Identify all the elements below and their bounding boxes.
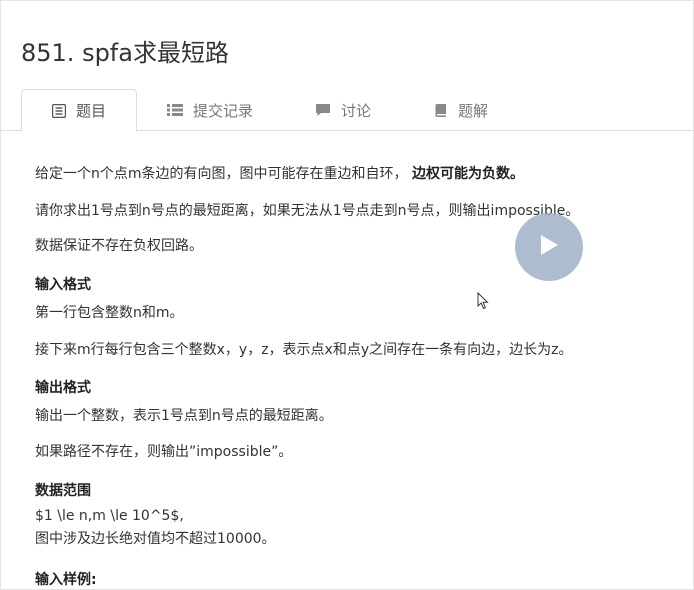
tab-discussion[interactable]: 讨论 [315,89,371,131]
list-bullets-icon [167,103,183,117]
output-format-line-1: 输出一个整数，表示1号点到n号点的最短距离。 [35,408,333,424]
tab-label: 提交记录 [193,101,254,120]
input-format-heading: 输入格式 [35,277,91,293]
negative-weight-note: 边权可能为负数。 [411,166,524,182]
comment-icon [315,103,331,117]
tab-solutions[interactable]: 题解 [434,89,488,131]
tab-label: 讨论 [341,101,372,120]
description-line-3: 数据保证不存在负权回路。 [35,238,203,254]
output-format-line-2: 如果路径不存在，则输出”impossible”。 [35,444,293,460]
description-line-2: 请你求出1号点到n号点的最短距离，如果无法从1号点走到n号点，则输出imposs… [35,203,580,219]
tab-bar: 题目 提交记录 讨论 题解 [1,89,694,132]
data-range-heading: 数据范围 [35,483,91,499]
data-range-line-2: 图中涉及边长绝对值均不超过10000。 [35,531,276,547]
play-icon [538,233,560,261]
description-line-1: 给定一个n个点m条边的有向图，图中可能存在重边和自环， 边权可能为负数。 [35,166,524,182]
output-format-heading: 输出格式 [35,380,91,396]
tab-submissions[interactable]: 提交记录 [167,89,253,131]
play-button[interactable] [515,213,583,281]
list-icon [51,103,66,118]
problem-page: 851. spfa求最短路 题目 提交记录 讨论 题解 给定一个n个点m条边的有… [0,0,694,590]
input-format-line-1: 第一行包含整数n和m。 [35,305,184,321]
book-icon [434,103,448,118]
input-format-line-2: 接下来m行每行包含三个整数x，y，z，表示点x和点y之间存在一条有向边，边长为z… [35,342,573,358]
sample-input-heading: 输入样例: [35,572,97,588]
mouse-cursor-icon [477,291,489,314]
tab-label: 题目 [75,102,106,120]
page-title: 851. spfa求最短路 [21,39,229,67]
tab-problem[interactable]: 题目 [21,89,137,132]
data-range-line-1: $1 \le n,m \le 10^5$, [35,508,184,524]
tab-label: 题解 [458,101,489,120]
